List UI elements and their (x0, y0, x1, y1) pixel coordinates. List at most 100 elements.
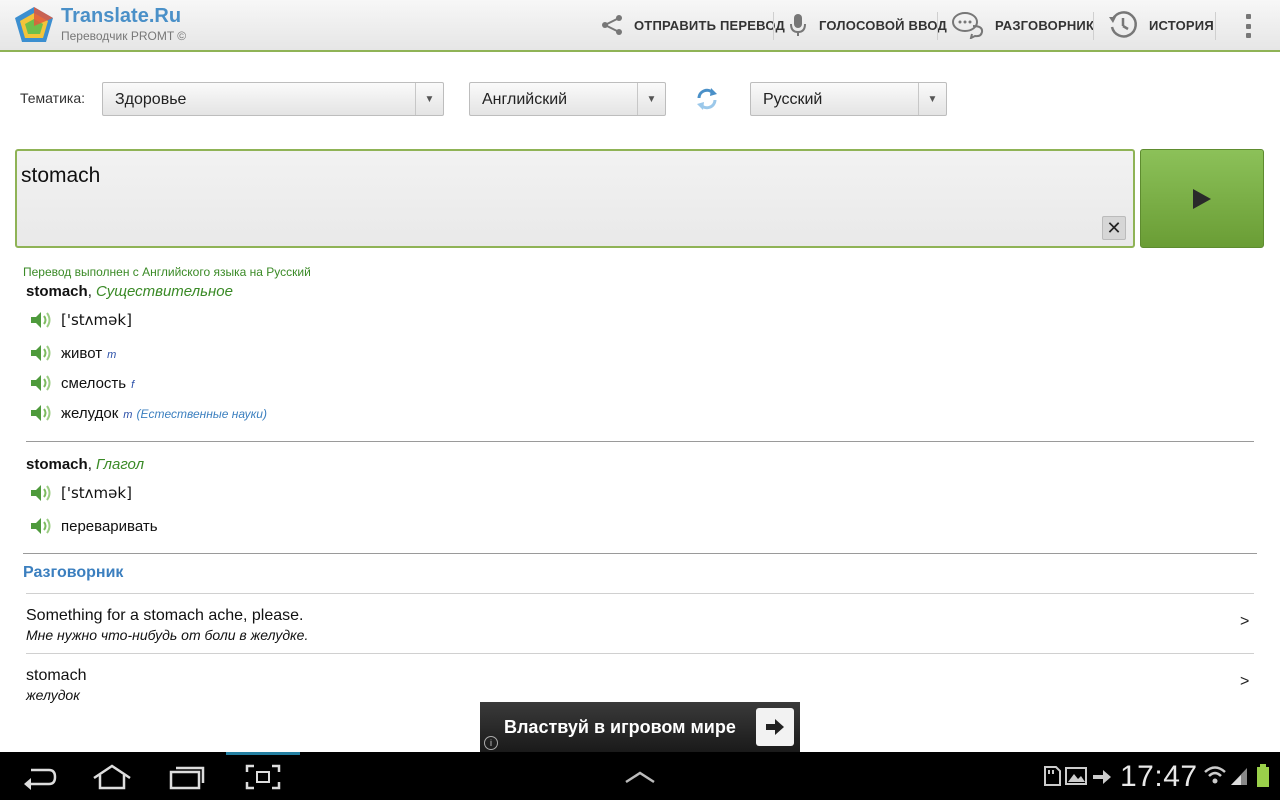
entry-divider (26, 441, 1254, 442)
recent-apps-button[interactable] (164, 762, 210, 792)
chevron-right-icon: > (1240, 613, 1250, 630)
speaker-icon[interactable] (30, 310, 52, 330)
entry-word: stomach (26, 456, 88, 473)
transcription-text: ['stʌmək] (61, 484, 132, 502)
source-text-input[interactable]: stomach (15, 149, 1135, 248)
section-divider (23, 553, 1257, 554)
chevron-up-icon (625, 771, 655, 784)
entry-header: stomach, Глагол (26, 456, 144, 473)
phrase-russian: желудок (26, 687, 80, 703)
gender-marker: m (123, 408, 133, 421)
entry-header: stomach, Существительное (26, 283, 233, 300)
phrasebook-label: РАЗГОВОРНИК (995, 17, 1095, 33)
action-separator (1093, 12, 1094, 40)
ad-arrow-button[interactable] (756, 708, 794, 746)
speaker-icon[interactable] (30, 516, 52, 536)
phrasebook-title: Разговорник (23, 564, 124, 581)
phrasebook-button[interactable]: РАЗГОВОРНИК (951, 0, 1094, 50)
source-text-value: stomach (21, 164, 101, 187)
screenshot-icon (245, 764, 281, 790)
translate-button[interactable] (1140, 149, 1264, 248)
action-separator (773, 12, 774, 40)
voice-input-button[interactable]: ГОЛОСОВОЙ ВВОД (787, 0, 947, 50)
share-icon (602, 15, 622, 35)
transcription-text: ['stʌmək] (61, 311, 132, 329)
target-language-select[interactable]: Русский ▼ (750, 82, 947, 116)
dropdown-arrow-icon: ▼ (918, 83, 946, 115)
gender-marker: m (107, 348, 117, 361)
entry-part-of-speech: Существительное (96, 283, 233, 300)
back-button[interactable] (16, 762, 62, 792)
list-divider (26, 593, 1254, 594)
wifi-icon (1204, 766, 1226, 784)
translation-text: живот (61, 344, 103, 362)
recent-apps-icon (169, 766, 205, 790)
history-label: ИСТОРИЯ (1149, 17, 1214, 33)
send-translation-label: ОТПРАВИТЬ ПЕРЕВОД (634, 17, 785, 33)
overflow-menu-icon[interactable] (1240, 12, 1256, 40)
translation-text: смелость (61, 374, 127, 392)
app-subtitle: Переводчик PROMT © (61, 29, 187, 43)
translation-row: желудок m (Естественные науки) (30, 401, 267, 425)
speaker-icon[interactable] (30, 483, 52, 503)
translation-row: смелость f (30, 371, 134, 395)
source-language-value: Английский (482, 91, 568, 108)
translation-row: переваривать (30, 514, 158, 538)
action-bar: Translate.Ru Переводчик PROMT © ОТПРАВИТ… (0, 0, 1280, 52)
speaker-icon[interactable] (30, 343, 52, 363)
translation-text: желудок (61, 404, 119, 422)
swap-languages-icon[interactable] (694, 86, 720, 112)
chevron-right-icon: > (1240, 673, 1250, 690)
phrase-list-item[interactable]: Something for a stomach ache, please. Мн… (26, 607, 1256, 665)
action-separator (937, 12, 938, 40)
ad-info-icon[interactable]: i (484, 736, 498, 750)
home-icon (93, 764, 131, 790)
speaker-icon[interactable] (30, 403, 52, 423)
sd-card-icon (1044, 766, 1061, 786)
system-navigation-bar: 17:47 (0, 752, 1280, 800)
battery-icon (1257, 764, 1269, 787)
entry-comma: , (87, 283, 97, 300)
screenshot-highlight (226, 752, 300, 755)
home-button[interactable] (89, 762, 135, 792)
target-language-value: Русский (763, 91, 823, 108)
system-clock: 17:47 (1120, 760, 1198, 793)
phrase-english: stomach (26, 667, 87, 684)
phrase-english: Something for a stomach ache, please. (26, 607, 304, 624)
play-arrow-icon (1193, 188, 1211, 209)
topic-label: Тематика: (20, 90, 85, 106)
history-button[interactable]: ИСТОРИЯ (1107, 0, 1214, 50)
ad-text: Властвуй в игровом мире (504, 717, 736, 737)
screenshot-button[interactable] (240, 762, 286, 792)
phrase-russian: Мне нужно что-нибудь от боли в желудке. (26, 627, 309, 643)
transcription-row: ['stʌmək] (30, 481, 132, 505)
entry-part-of-speech: Глагол (96, 456, 145, 473)
gender-marker: f (131, 378, 135, 391)
action-separator (1215, 12, 1216, 40)
dropdown-arrow-icon: ▼ (637, 83, 665, 115)
app-title: Translate.Ru (61, 5, 182, 27)
ad-banner[interactable]: Властвуй в игровом мире i (480, 702, 800, 752)
dropdown-arrow-icon: ▼ (415, 83, 443, 115)
gallery-icon (1065, 767, 1087, 785)
speaker-icon[interactable] (30, 373, 52, 393)
list-divider (26, 653, 1254, 654)
back-arrow-icon (24, 768, 57, 790)
translation-text: переваривать (61, 517, 158, 535)
send-translation-button[interactable]: ОТПРАВИТЬ ПЕРЕВОД (600, 0, 785, 50)
topic-select[interactable]: Здоровье ▼ (102, 82, 444, 116)
entry-comma: , (87, 456, 97, 473)
arrow-right-icon (766, 719, 784, 735)
voice-input-label: ГОЛОСОВОЙ ВВОД (819, 17, 947, 33)
chat-bubbles-icon (952, 12, 984, 39)
signal-strength-icon (1231, 768, 1247, 785)
app-logo-icon (15, 7, 53, 42)
source-language-select[interactable]: Английский ▼ (469, 82, 666, 116)
topic-value: Здоровье (115, 91, 187, 108)
menu-up-button[interactable] (617, 762, 663, 792)
translation-row: живот m (30, 341, 116, 365)
subject-domain: (Естественные науки) (136, 407, 267, 421)
transcription-row: ['stʌmək] (30, 308, 132, 332)
history-clock-icon (1109, 11, 1137, 38)
clear-input-button[interactable]: ✕ (1102, 216, 1126, 240)
